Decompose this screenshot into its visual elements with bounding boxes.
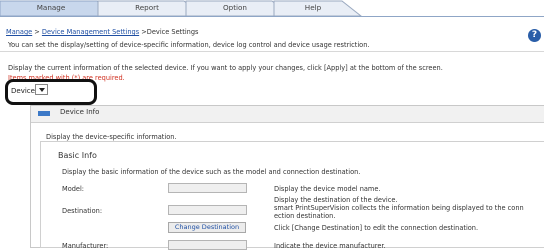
divider bbox=[0, 51, 544, 52]
destination-help-line: ection destination. bbox=[274, 212, 336, 220]
destination-help-line: Display the destination of the device. bbox=[274, 196, 398, 204]
manufacturer-label: Manufacturer: bbox=[62, 242, 109, 250]
tab-help[interactable]: Help bbox=[282, 3, 344, 12]
page-description: You can set the display/setting of devic… bbox=[8, 41, 370, 49]
tab-option[interactable]: Option bbox=[200, 3, 270, 12]
destination-help-line: smart PrintSuperVision collects the info… bbox=[274, 204, 524, 212]
change-destination-button[interactable]: Change Destination bbox=[168, 222, 246, 233]
destination-label: Destination: bbox=[62, 207, 103, 215]
change-destination-help: Click [Change Destination] to edit the c… bbox=[274, 224, 479, 232]
device-info-title: Device Info bbox=[60, 108, 100, 116]
breadcrumb-link-device-management[interactable]: Device Management Settings bbox=[42, 28, 139, 36]
device-info-description: Display the device-specific information. bbox=[46, 133, 177, 141]
manufacturer-help: Indicate the device manufacturer. bbox=[274, 242, 386, 250]
instruction-text: Display the current information of the s… bbox=[8, 64, 443, 72]
breadcrumb-separator: > bbox=[32, 28, 42, 36]
device-info-header[interactable] bbox=[31, 106, 544, 123]
basic-info-title: Basic Info bbox=[58, 151, 97, 160]
tab-manage[interactable]: Manage bbox=[15, 3, 87, 12]
tab-report[interactable]: Report bbox=[112, 3, 182, 12]
breadcrumb: Manage > Device Management Settings >Dev… bbox=[6, 28, 198, 36]
section-marker-icon bbox=[38, 111, 50, 116]
model-label: Model: bbox=[62, 185, 85, 193]
manufacturer-field bbox=[168, 240, 247, 250]
basic-info-description: Display the basic information of the dev… bbox=[62, 168, 361, 176]
help-icon[interactable]: ? bbox=[528, 29, 541, 42]
breadcrumb-separator: > bbox=[139, 28, 147, 36]
tab-bar: Manage Report Option Help bbox=[0, 0, 544, 17]
destination-help: Display the destination of the device. s… bbox=[274, 196, 524, 220]
breadcrumb-link-manage[interactable]: Manage bbox=[6, 28, 32, 36]
destination-field bbox=[168, 205, 247, 215]
model-field bbox=[168, 183, 247, 193]
highlight-callout bbox=[5, 79, 97, 105]
model-help: Display the device model name. bbox=[274, 185, 381, 193]
breadcrumb-current: Device Settings bbox=[146, 28, 199, 36]
